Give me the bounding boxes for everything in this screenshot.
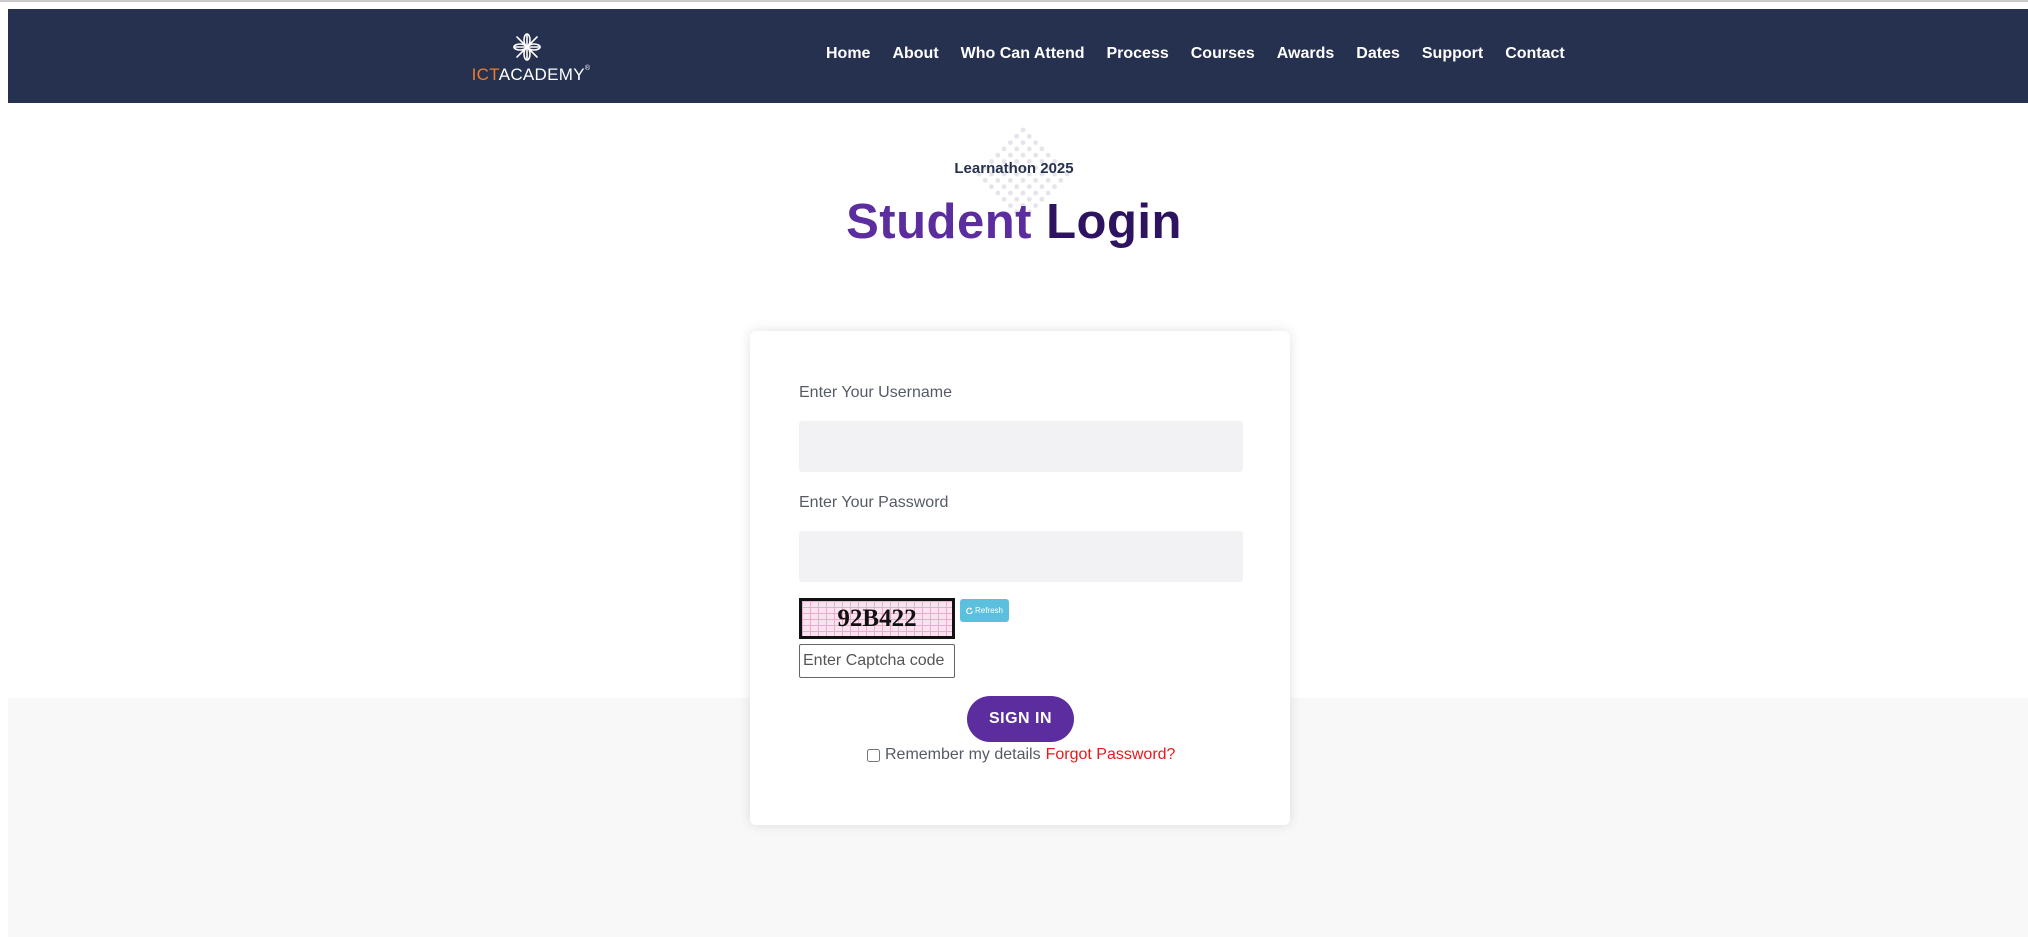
logo-text-academy: ACADEMY — [498, 65, 585, 84]
captcha-refresh-label: Refresh — [974, 606, 1003, 615]
decoration-dot — [1033, 152, 1038, 158]
decoration-dot — [1033, 140, 1038, 145]
logo-registered-mark: ® — [584, 65, 591, 72]
nav-process[interactable]: Process — [1106, 45, 1168, 67]
decoration-dot — [1020, 127, 1026, 133]
browser-top-edge — [0, 0, 2028, 9]
decoration-dot — [1008, 140, 1013, 145]
top-navbar: ICTACADEMY® Home About Who Can Attend Pr… — [8, 9, 2028, 103]
decoration-dot — [1001, 184, 1007, 190]
decoration-dot — [1039, 184, 1045, 190]
nav-dates[interactable]: Dates — [1356, 45, 1400, 67]
decoration-dot — [1020, 152, 1026, 158]
nav-about[interactable]: About — [892, 45, 938, 67]
decoration-dot — [1045, 178, 1051, 183]
captcha-refresh-button[interactable]: Refresh — [960, 599, 1009, 622]
page-title-student: Student — [846, 195, 1032, 249]
page-title-login: Login — [1046, 195, 1182, 249]
decoration-dot — [1026, 146, 1032, 152]
nav-home[interactable]: Home — [826, 45, 870, 67]
decoration-dot — [1026, 184, 1032, 190]
logo-text-ict: ICT — [471, 65, 499, 84]
login-card: Enter Your Username Enter Your Password … — [750, 331, 1290, 825]
decoration-dot — [1014, 146, 1020, 152]
nav-support[interactable]: Support — [1422, 45, 1483, 67]
ictacademy-logo[interactable]: ICTACADEMY® — [466, 31, 596, 95]
forgot-password-link[interactable]: Forgot Password? — [1046, 746, 1176, 764]
decoration-dot — [1008, 178, 1013, 183]
ictacademy-logo-icon — [513, 33, 541, 61]
password-input[interactable] — [799, 531, 1243, 582]
remember-row: Remember my details Forgot Password? — [867, 745, 1175, 765]
remember-label: Remember my details — [885, 746, 1041, 763]
nav-courses[interactable]: Courses — [1191, 45, 1255, 67]
nav-who-can-attend[interactable]: Who Can Attend — [961, 45, 1085, 67]
username-input[interactable] — [799, 421, 1243, 472]
decoration-dot — [995, 178, 1001, 183]
password-label: Enter Your Password — [799, 494, 949, 511]
decoration-dot — [1045, 152, 1051, 158]
decoration-dot — [1039, 146, 1045, 152]
decoration-dot — [1008, 152, 1013, 158]
sign-in-button[interactable]: SIGN IN — [967, 696, 1074, 742]
decoration-dot — [1020, 178, 1026, 183]
decoration-dot — [1026, 133, 1032, 139]
decoration-dot — [1058, 178, 1064, 183]
captcha-input[interactable] — [799, 644, 955, 678]
remember-checkbox[interactable] — [867, 748, 880, 762]
decoration-dot — [1020, 140, 1026, 145]
captcha-image: 92B422 — [799, 598, 955, 639]
decoration-dot — [1014, 184, 1020, 190]
decoration-dot — [1052, 184, 1057, 190]
decoration-dot — [1014, 133, 1020, 139]
event-subtitle: Learnathon 2025 — [954, 160, 1074, 177]
page-title: Student Login — [0, 194, 2028, 250]
nav-contact[interactable]: Contact — [1505, 45, 1565, 67]
main-nav: Home About Who Can Attend Process Course… — [826, 45, 1587, 67]
decoration-dot — [1033, 178, 1038, 183]
nav-awards[interactable]: Awards — [1277, 45, 1335, 67]
decoration-dot — [982, 178, 988, 183]
decoration-dot — [989, 184, 994, 190]
decoration-dot — [995, 152, 1001, 158]
username-label: Enter Your Username — [799, 384, 952, 401]
logo-wordmark: ICTACADEMY® — [466, 65, 596, 85]
decoration-dot — [1001, 146, 1007, 152]
refresh-icon — [966, 607, 973, 614]
